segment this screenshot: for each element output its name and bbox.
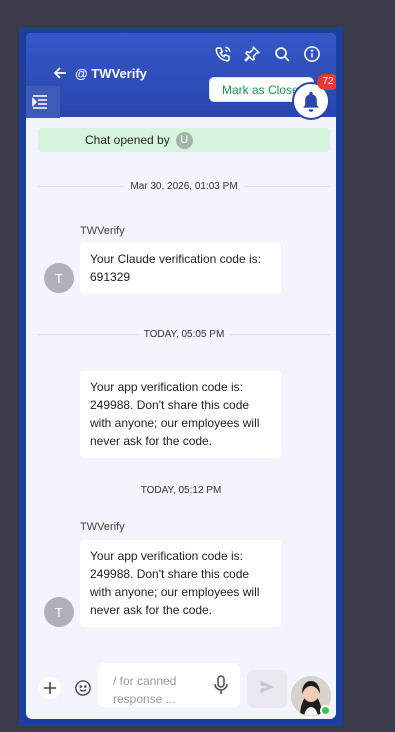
emoji-icon[interactable] bbox=[72, 677, 94, 699]
sender-avatar: T bbox=[44, 597, 74, 627]
message-sender: TWVerify bbox=[80, 225, 125, 237]
chat-header: @ TWVerify Mark as Closed 72 bbox=[26, 33, 336, 120]
mic-icon[interactable] bbox=[213, 675, 229, 695]
chat-panel: @ TWVerify Mark as Closed 72 Chat opened… bbox=[26, 33, 336, 719]
chat-title: @ TWVerify bbox=[75, 66, 147, 81]
message-bubble: Your Claude verification code is: 691329 bbox=[80, 242, 281, 294]
message-bubble: Your app verification code is: 249988. D… bbox=[80, 371, 281, 458]
phone-icon[interactable] bbox=[212, 43, 234, 65]
date-divider: TODAY, 05:05 PM bbox=[38, 328, 331, 340]
chat-opened-text: Chat opened by bbox=[85, 133, 170, 147]
message-bubble: Your app verification code is: 249988. D… bbox=[80, 540, 281, 627]
date-divider: Mar 30, 2026, 01:03 PM bbox=[38, 180, 331, 192]
sender-avatar: T bbox=[44, 263, 74, 293]
pin-icon[interactable] bbox=[241, 43, 263, 65]
date-divider-label: Mar 30, 2026, 01:03 PM bbox=[130, 180, 238, 192]
message-input[interactable]: / for canned response ... bbox=[98, 663, 240, 707]
message-sender: TWVerify bbox=[80, 521, 125, 533]
send-button[interactable] bbox=[247, 670, 287, 708]
send-icon bbox=[259, 679, 275, 700]
back-arrow-icon[interactable] bbox=[52, 64, 68, 82]
search-icon[interactable] bbox=[271, 43, 293, 65]
date-divider-label: TODAY, 05:05 PM bbox=[143, 328, 225, 340]
info-icon[interactable] bbox=[301, 43, 323, 65]
online-status-indicator bbox=[320, 705, 331, 716]
message-input-placeholder: / for canned response ... bbox=[113, 674, 177, 706]
date-label: TODAY, 05:12 PM bbox=[140, 485, 222, 496]
notification-count-badge: 72 bbox=[317, 74, 336, 90]
sidebar-toggle-icon[interactable] bbox=[26, 86, 60, 118]
plus-icon[interactable] bbox=[39, 677, 61, 699]
chat-opened-banner: Chat opened by U bbox=[38, 128, 330, 152]
opener-avatar: U bbox=[175, 131, 193, 149]
composer-bar: / for canned response ... bbox=[26, 658, 336, 719]
